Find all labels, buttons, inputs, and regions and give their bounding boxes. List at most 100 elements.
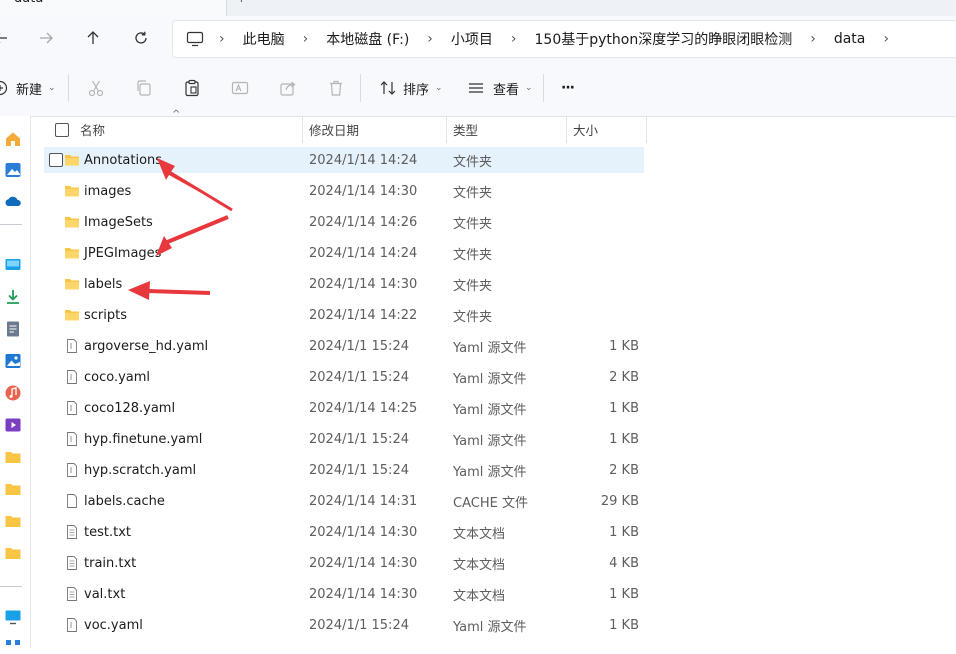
file-date: 2024/1/14 14:30 (309, 524, 418, 540)
file-size (559, 147, 639, 173)
column-header-date[interactable]: 修改日期 (309, 116, 359, 143)
file-row[interactable]: argoverse_hd.yaml 2024/1/1 15:24 Yaml 源文件 1… (44, 333, 644, 359)
file-row[interactable]: voc.yaml 2024/1/1 15:24 Yaml 源文件 1 KB (44, 612, 644, 638)
downloads-icon[interactable] (4, 288, 22, 306)
file-row[interactable]: Annotations 2024/1/14 14:24 文件夹 (44, 147, 644, 173)
new-tab-button[interactable]: + (236, 0, 247, 6)
desktop-icon[interactable] (4, 256, 22, 274)
file-date: 2024/1/14 14:30 (309, 276, 418, 292)
column-divider[interactable] (302, 116, 303, 143)
view-lines-icon (469, 83, 483, 93)
column-divider[interactable] (446, 116, 447, 143)
chevron-right-icon[interactable]: › (869, 31, 903, 47)
sort-icon (380, 81, 396, 95)
file-size: 29 KB (600, 493, 639, 509)
share-button[interactable] (279, 76, 297, 100)
chevron-right-icon[interactable]: › (497, 31, 531, 47)
file-row[interactable]: hyp.scratch.yaml 2024/1/1 15:24 Yaml 源文件 2 … (44, 457, 644, 483)
gallery-icon[interactable] (4, 161, 22, 179)
file-type: Yaml 源文件 (453, 371, 527, 387)
videos-icon[interactable] (4, 416, 22, 434)
file-type: CACHE 文件 (453, 495, 528, 511)
breadcrumb-item[interactable]: 150基于python深度学习的睁眼闭眼检测 (531, 29, 797, 49)
delete-button[interactable] (327, 76, 345, 100)
tab-data[interactable]: data (0, 0, 227, 16)
refresh-button[interactable] (128, 25, 154, 51)
file-name: val.txt (84, 586, 126, 602)
file-row[interactable]: val.txt 2024/1/14 14:30 文本文档 1 KB (44, 581, 644, 607)
file-size: 1 KB (609, 524, 639, 540)
paste-button[interactable] (183, 76, 201, 100)
file-name: hyp.scratch.yaml (84, 462, 197, 478)
file-row[interactable]: test.txt 2024/1/14 14:30 文本文档 1 KB (44, 519, 644, 545)
column-header-type[interactable]: 类型 (453, 116, 478, 143)
file-row[interactable]: coco128.yaml 2024/1/14 14:25 Yaml 源文件 1 KB (44, 395, 644, 421)
chevron-right-icon[interactable]: › (289, 31, 323, 47)
file-date: 2024/1/14 14:22 (309, 307, 418, 323)
file-name: hyp.finetune.yaml (84, 431, 203, 447)
file-row[interactable]: images 2024/1/14 14:30 文件夹 (44, 178, 644, 204)
documents-icon[interactable] (4, 320, 22, 338)
this-pc-icon[interactable] (4, 608, 22, 626)
column-divider[interactable] (646, 116, 647, 143)
folder-icon[interactable] (4, 448, 22, 466)
view-button[interactable]: 查看 ⌄ (467, 76, 533, 100)
rename-button[interactable] (231, 76, 249, 100)
back-button[interactable] (0, 25, 14, 51)
new-button[interactable]: 新建 ⌄ (0, 76, 56, 100)
column-divider[interactable] (566, 116, 567, 143)
chevron-right-icon[interactable]: › (796, 31, 830, 47)
address-bar[interactable]: › 此电脑 › 本地磁盘 (F:) › 小项目 › 150基于python深度学… (172, 20, 956, 58)
folder-icon[interactable] (4, 544, 22, 562)
file-type: Yaml 源文件 (453, 340, 527, 356)
select-all-checkbox[interactable] (55, 116, 69, 143)
breadcrumb-item[interactable]: 此电脑 (239, 29, 289, 49)
folder-icon[interactable] (4, 512, 22, 530)
music-icon[interactable] (4, 384, 22, 402)
file-size (559, 302, 639, 328)
pictures-icon[interactable] (4, 352, 22, 370)
more-options-button[interactable]: ··· (561, 76, 575, 100)
tab-title: data (14, 0, 43, 6)
sort-button[interactable]: 排序 ⌄ (379, 76, 443, 100)
text-file-icon (64, 524, 80, 540)
navigation-pane (0, 116, 31, 648)
this-pc-button[interactable] (173, 31, 217, 47)
breadcrumb-item[interactable]: 本地磁盘 (F:) (322, 29, 413, 49)
breadcrumb-item[interactable]: 小项目 (447, 29, 497, 49)
file-row[interactable]: labels 2024/1/14 14:30 文件夹 (44, 271, 644, 297)
chevron-right-icon[interactable]: › (217, 31, 239, 47)
folder-icon[interactable] (4, 480, 22, 498)
file-icon (64, 493, 80, 509)
file-name: test.txt (84, 524, 131, 540)
folder-icon (64, 245, 80, 261)
up-button[interactable] (80, 25, 106, 51)
folder-icon (64, 152, 80, 168)
file-row[interactable]: labels.cache 2024/1/14 14:31 CACHE 文件 29 KB (44, 488, 644, 514)
chevron-down-icon: ⌄ (48, 83, 56, 93)
file-size (559, 209, 639, 235)
file-row[interactable]: scripts 2024/1/14 14:22 文件夹 (44, 302, 644, 328)
chevron-down-icon: ⌄ (435, 83, 443, 93)
column-header-name[interactable]: 名称 (80, 116, 105, 143)
file-row[interactable]: JPEGImages 2024/1/14 14:24 文件夹 (44, 240, 644, 266)
chevron-right-icon[interactable]: › (413, 31, 447, 47)
network-icon[interactable] (4, 636, 22, 654)
file-row[interactable]: train.txt 2024/1/14 14:30 文本文档 4 KB (44, 550, 644, 576)
file-row[interactable]: coco.yaml 2024/1/1 15:24 Yaml 源文件 2 KB (44, 364, 644, 390)
yaml-file-icon (64, 338, 80, 354)
copy-button[interactable] (135, 76, 153, 100)
onedrive-icon[interactable] (4, 192, 22, 210)
file-date: 2024/1/14 14:30 (309, 555, 418, 571)
file-name: scripts (84, 307, 127, 323)
row-checkbox[interactable] (49, 147, 63, 173)
breadcrumb-item[interactable]: data (830, 31, 870, 47)
cut-button[interactable] (87, 76, 105, 100)
breadcrumb: › 此电脑 › 本地磁盘 (F:) › 小项目 › 150基于python深度学… (173, 21, 903, 57)
file-row[interactable]: hyp.finetune.yaml 2024/1/1 15:24 Yaml 源文件 1… (44, 426, 644, 452)
navigation-bar: › 此电脑 › 本地磁盘 (F:) › 小项目 › 150基于python深度学… (0, 16, 956, 60)
home-icon[interactable] (4, 130, 22, 148)
forward-button[interactable] (33, 25, 59, 51)
column-header-size[interactable]: 大小 (573, 116, 598, 143)
file-row[interactable]: ImageSets 2024/1/14 14:26 文件夹 (44, 209, 644, 235)
